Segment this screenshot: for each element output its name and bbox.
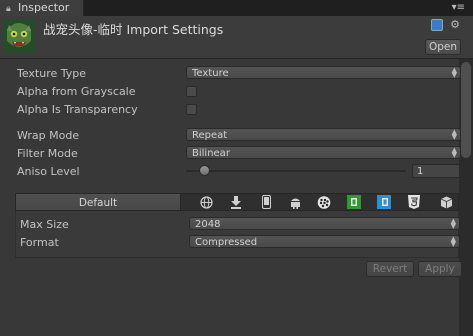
dropdown-arrows-icon: ▲ ▼ [451,146,457,159]
gear-icon[interactable]: ⚙ [448,19,462,31]
wrap-mode-value: Repeat [192,130,228,141]
texture-thumbnail-icon [3,19,35,53]
windows-store-icon[interactable] [372,193,396,211]
aniso-level-input[interactable]: 1 [412,164,460,178]
alpha-from-grayscale-label: Alpha from Grayscale [17,85,136,98]
mobile-phone-icon[interactable] [254,193,278,211]
dropdown-arrows-icon: ▲ ▼ [450,235,456,248]
filter-mode-label: Filter Mode [17,147,78,160]
page-title: 战宠头像-临时 Import Settings [43,22,224,37]
filter-mode-value: Bilinear [192,148,230,159]
format-value: Compressed [195,237,258,248]
alpha-is-transparency-label: Alpha Is Transparency [17,103,138,116]
android-icon[interactable] [283,193,307,211]
open-button[interactable]: Open [425,39,461,55]
tab-menu-icon[interactable]: ▾≡ [445,2,465,14]
tab-inspector-label: Inspector [18,1,70,14]
dropdown-arrows-icon: ▲ ▼ [451,128,457,141]
max-size-label: Max Size [20,218,69,231]
lock-icon[interactable]: 🔒︎ [6,1,18,17]
help-book-icon[interactable] [431,19,443,31]
aniso-level-label: Aniso Level [17,165,80,178]
xbox-icon[interactable] [342,193,366,211]
dropdown-arrows-icon: ▲ ▼ [451,66,457,79]
tab-default-platform[interactable]: Default [15,193,181,211]
web-globe-icon[interactable] [194,193,218,211]
filter-mode-dropdown[interactable]: Bilinear ▲ ▼ [186,146,461,159]
apply-button[interactable]: Apply [418,261,462,277]
wrap-mode-dropdown[interactable]: Repeat ▲ ▼ [186,128,461,141]
revert-button[interactable]: Revert [366,261,414,277]
format-label: Format [20,236,59,249]
max-size-value: 2048 [195,219,221,230]
dropdown-arrows-icon: ▲ ▼ [450,217,456,230]
aniso-level-slider-track[interactable] [186,170,406,172]
texture-type-dropdown[interactable]: Texture ▲ ▼ [186,66,461,79]
package-box-icon[interactable] [434,193,458,211]
download-icon[interactable] [224,193,248,211]
tab-inspector[interactable]: 🔒︎ Inspector [0,0,84,16]
texture-type-label: Texture Type [17,67,87,80]
alpha-is-transparency-checkbox[interactable] [186,104,197,115]
wrap-mode-label: Wrap Mode [17,129,80,142]
alpha-from-grayscale-checkbox[interactable] [186,86,197,97]
texture-type-value: Texture [192,68,229,79]
format-dropdown[interactable]: Compressed ▲ ▼ [189,235,460,248]
blackberry-icon[interactable] [312,193,336,211]
max-size-dropdown[interactable]: 2048 ▲ ▼ [189,217,460,230]
html5-icon[interactable] [402,193,426,211]
scrollbar-thumb[interactable] [461,62,471,158]
